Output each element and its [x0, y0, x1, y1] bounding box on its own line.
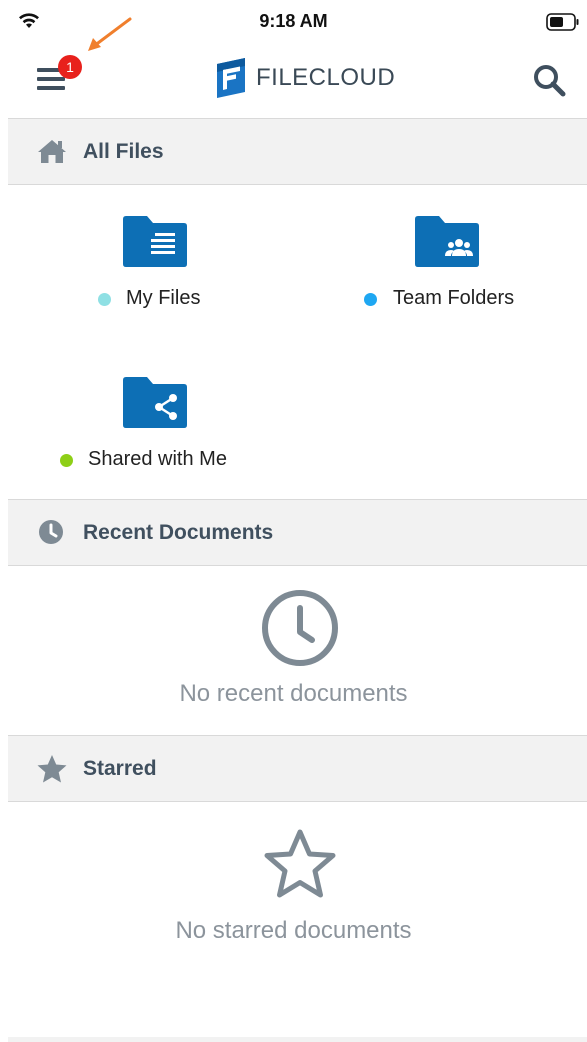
battery-icon: [546, 13, 579, 31]
team-folders-folder[interactable]: Team Folders: [355, 215, 555, 315]
shared-with-me-status-dot: [60, 454, 73, 467]
folder-share-icon: [123, 377, 187, 428]
filecloud-logo: [214, 56, 248, 105]
home-icon: [38, 140, 66, 163]
all-files-title: All Files: [83, 140, 164, 163]
shared-with-me-label: Shared with Me: [88, 448, 227, 470]
no-starred-documents-text: No starred documents: [175, 917, 412, 944]
clock-outline-icon: [262, 590, 338, 666]
folder-document-icon: [123, 216, 187, 267]
annotation-arrow-icon: [88, 17, 132, 51]
clock-icon: [39, 520, 63, 544]
bottom-divider: [8, 1037, 587, 1042]
my-files-label: My Files: [126, 287, 201, 309]
team-folders-label: Team Folders: [393, 287, 515, 309]
recent-documents-section-header[interactable]: Recent Documents: [8, 499, 587, 566]
search-icon: [534, 65, 566, 97]
starred-section-header[interactable]: Starred: [8, 735, 587, 802]
starred-title: Starred: [83, 757, 157, 780]
search-button[interactable]: [530, 60, 570, 100]
shared-with-me-folder[interactable]: Shared with Me: [55, 376, 285, 476]
folder-team-icon: [415, 216, 479, 267]
recent-documents-title: Recent Documents: [83, 521, 274, 544]
team-folders-status-dot: [364, 293, 377, 306]
all-files-section-header[interactable]: All Files: [8, 118, 587, 185]
no-recent-documents-text: No recent documents: [179, 680, 408, 707]
my-files-folder[interactable]: My Files: [90, 215, 280, 315]
notification-badge: 1: [58, 55, 82, 79]
logo-text: FILECLOUD: [256, 64, 396, 91]
star-icon: [37, 755, 67, 783]
my-files-status-dot: [98, 293, 111, 306]
filecloud-logo-icon: [217, 58, 245, 98]
star-outline-icon: [264, 829, 336, 898]
